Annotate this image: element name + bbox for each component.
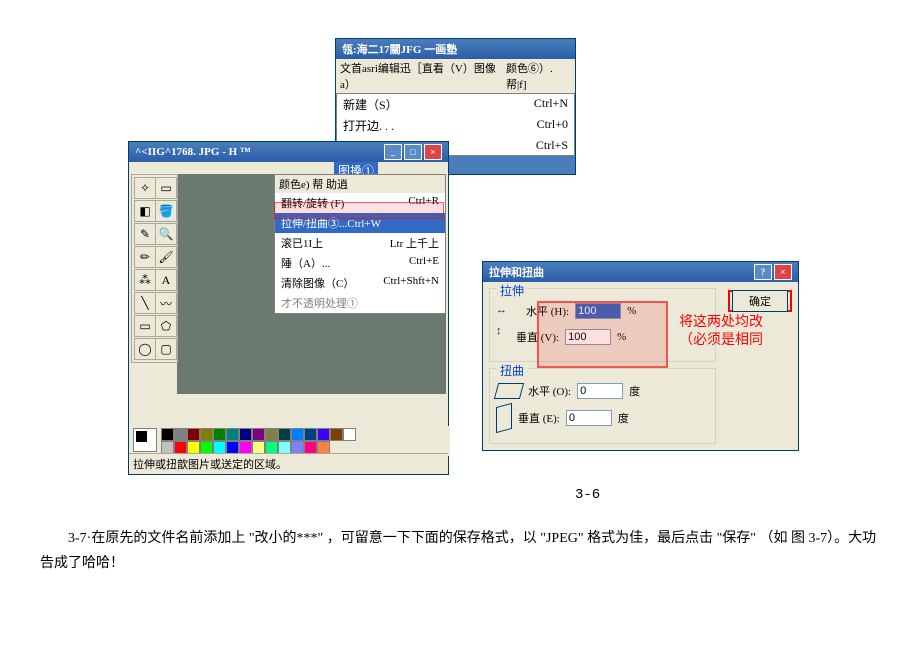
skew-h-label: 水平 (O): bbox=[528, 383, 571, 399]
deg-label: 度 bbox=[629, 383, 640, 399]
spray-tool[interactable]: ⁂ bbox=[134, 269, 156, 291]
skew-v-row: 垂直 (E): 度 bbox=[496, 405, 709, 431]
color-swatch[interactable] bbox=[343, 428, 356, 441]
file-menu-title: 瓴:海二17關JFG 一画塾 bbox=[342, 41, 457, 57]
paint-title: ^<IIG^1768. JPG - H ™ bbox=[135, 146, 251, 158]
dialog-title: 拉伸和扭曲 bbox=[489, 264, 544, 280]
close-button[interactable]: × bbox=[424, 144, 442, 160]
figure-caption: 3-6 bbox=[575, 487, 600, 503]
text-tool[interactable]: A bbox=[155, 269, 177, 291]
annotation-line2: （必须是相同 bbox=[679, 329, 763, 349]
color-swatch[interactable] bbox=[317, 428, 330, 441]
file-menubar-left[interactable]: 文首asri编辑迅［直看（V）图像a） bbox=[340, 60, 506, 92]
maximize-button[interactable]: □ bbox=[404, 144, 422, 160]
pencil-tool[interactable]: ✏ bbox=[134, 246, 156, 268]
color-swatch[interactable] bbox=[200, 428, 213, 441]
annotation-line1: 将这两处均改 bbox=[679, 311, 763, 331]
opaque-item[interactable]: 才不透明处理① bbox=[275, 293, 445, 313]
attributes-item[interactable]: 陲（A）...Ctrl+E bbox=[275, 253, 445, 273]
color-swatch[interactable] bbox=[252, 428, 265, 441]
toolbox: ✧▭ ◧🪣 ✎🔍 ✏🖌 ⁂A ╲〰 ▭⬠ ◯▢ bbox=[131, 174, 178, 363]
color-swatch[interactable] bbox=[330, 428, 343, 441]
skew-v-icon bbox=[496, 403, 512, 433]
file-item-open[interactable]: 打开边. . .Ctrl+0 bbox=[337, 115, 574, 136]
color-swatch[interactable] bbox=[239, 428, 252, 441]
clear-image-item[interactable]: 清除图像（C）Ctrl+Shft+N bbox=[275, 273, 445, 293]
paint-window: ^<IIG^1768. JPG - H ™ _ □ × 图搡① ✧▭ ◧🪣 ✎🔍… bbox=[128, 141, 449, 475]
file-menu-titlebar: 瓴:海二17關JFG 一画塾 bbox=[336, 39, 575, 59]
curve-tool[interactable]: 〰 bbox=[155, 292, 177, 314]
skew-h-row: 水平 (O): 度 bbox=[496, 383, 709, 399]
image-dropdown: 颜色e) 帮 助逍 翻转/旋转 (F)Ctrl+R 拉伸/扭曲③...Ctrl+… bbox=[274, 174, 446, 314]
image-drop-header: 颜色e) 帮 助逍 bbox=[275, 175, 445, 193]
line-tool[interactable]: ╲ bbox=[134, 292, 156, 314]
ok-highlight: 确定 bbox=[728, 290, 792, 312]
skew-group: 扭曲 水平 (O): 度 垂直 (E): 度 bbox=[489, 368, 716, 444]
stretch-highlight bbox=[274, 202, 444, 219]
dialog-titlebar: 拉伸和扭曲 ?× bbox=[483, 262, 798, 282]
minimize-button[interactable]: _ bbox=[384, 144, 402, 160]
fill-tool[interactable]: 🪣 bbox=[155, 200, 177, 222]
stretch-group-title: 拉伸 bbox=[496, 282, 528, 299]
free-select-tool[interactable]: ✧ bbox=[134, 177, 156, 199]
color-swatch[interactable] bbox=[187, 428, 200, 441]
vertical-icon bbox=[496, 325, 510, 349]
file-menubar[interactable]: 文首asri编辑迅［直看（V）图像a） 颜色⑥）.帮|f] bbox=[336, 59, 575, 93]
color-swatch[interactable] bbox=[278, 428, 291, 441]
roundrect-tool[interactable]: ▢ bbox=[155, 338, 177, 360]
skew-v-input[interactable] bbox=[566, 410, 612, 426]
picker-tool[interactable]: ✎ bbox=[134, 223, 156, 245]
file-menubar-right[interactable]: 颜色⑥）.帮|f] bbox=[506, 60, 571, 92]
ellipse-tool[interactable]: ◯ bbox=[134, 338, 156, 360]
color-swatch[interactable] bbox=[226, 428, 239, 441]
rect-select-tool[interactable]: ▭ bbox=[155, 177, 177, 199]
eraser-tool[interactable]: ◧ bbox=[134, 200, 156, 222]
current-colors[interactable] bbox=[133, 428, 157, 452]
magnify-tool[interactable]: 🔍 bbox=[155, 223, 177, 245]
color-swatch[interactable] bbox=[213, 428, 226, 441]
body-paragraph: 3-7·在原先的文件名前添加上 "改小的***" ，可留意一下下面的保存格式，以… bbox=[40, 526, 880, 576]
dialog-close-button[interactable]: × bbox=[774, 264, 792, 280]
brush-tool[interactable]: 🖌 bbox=[155, 246, 177, 268]
color-palette-bar bbox=[131, 426, 450, 456]
skew-group-title: 扭曲 bbox=[496, 362, 528, 379]
palette-swatches bbox=[161, 428, 361, 454]
paint-titlebar: ^<IIG^1768. JPG - H ™ _ □ × bbox=[129, 142, 448, 162]
file-item-new[interactable]: 新建（S）Ctrl+N bbox=[337, 94, 574, 115]
skew-h-icon bbox=[494, 383, 524, 399]
dialog-help-button[interactable]: ? bbox=[754, 264, 772, 280]
paint-statusbar: 拉伸或扭歆图片或送定的区域。 bbox=[129, 453, 448, 474]
skew-h-input[interactable] bbox=[577, 383, 623, 399]
ok-button[interactable]: 确定 bbox=[732, 290, 788, 312]
color-swatch[interactable] bbox=[304, 428, 317, 441]
rect-tool[interactable]: ▭ bbox=[134, 315, 156, 337]
color-swatch[interactable] bbox=[161, 428, 174, 441]
poly-tool[interactable]: ⬠ bbox=[155, 315, 177, 337]
color-swatch[interactable] bbox=[291, 428, 304, 441]
deg-label-2: 度 bbox=[618, 410, 629, 426]
color-swatch[interactable] bbox=[174, 428, 187, 441]
horizontal-icon bbox=[496, 304, 520, 318]
invert-item[interactable]: 滚已1I上Ltr 上千上 bbox=[275, 233, 445, 253]
color-swatch[interactable] bbox=[265, 428, 278, 441]
skew-v-label: 垂直 (E): bbox=[518, 410, 560, 426]
stretch-inputs-highlight bbox=[537, 301, 668, 368]
